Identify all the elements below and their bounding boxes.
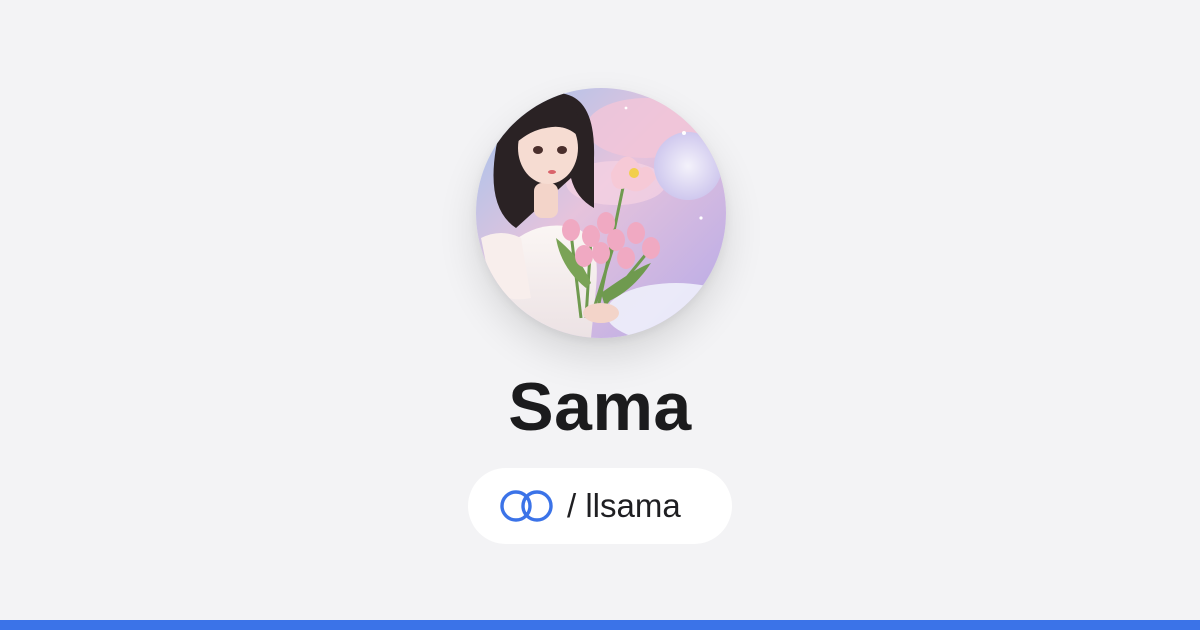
accent-bar [0,620,1200,630]
profile-handle-link[interactable]: / llsama [468,468,732,544]
avatar[interactable] [476,88,726,338]
avatar-illustration [476,88,726,338]
linked-rings-icon [500,490,553,522]
profile-card: Sama / llsama [0,0,1200,620]
profile-name: Sama [508,369,692,445]
profile-handle-text: / llsama [567,487,681,524]
